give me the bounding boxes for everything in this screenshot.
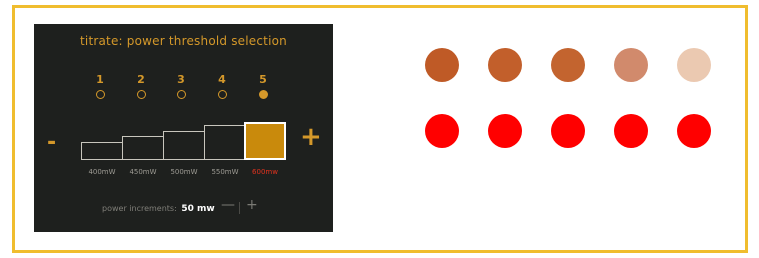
power-bar-label: 500mW (170, 168, 198, 176)
target-dot-2 (488, 114, 522, 148)
level-option-3[interactable]: 3 (171, 74, 191, 99)
level-option-5[interactable]: 5 (253, 74, 273, 99)
target-dot-1 (425, 114, 459, 148)
level-radio-icon[interactable] (95, 90, 105, 99)
level-number: 4 (218, 73, 226, 86)
power-bar-550[interactable] (204, 125, 246, 160)
power-increment-label: power increments: (102, 204, 177, 213)
level-option-4[interactable]: 4 (212, 74, 232, 99)
level-radio-icon[interactable] (136, 90, 146, 99)
titrate-panel: titrate: power threshold selection 1 2 3… (34, 24, 333, 232)
increment-divider (239, 202, 240, 214)
level-radio-icon[interactable] (176, 90, 186, 99)
power-bar-400[interactable] (81, 142, 123, 160)
tone-swatch-5 (677, 48, 711, 82)
level-radio-selected-icon[interactable] (258, 90, 268, 99)
power-bar-450[interactable] (122, 136, 164, 160)
panel-title: titrate: power threshold selection (80, 34, 287, 48)
increase-power-button[interactable]: + (300, 124, 322, 150)
power-bar-label: 450mW (129, 168, 157, 176)
power-increment-value: 50 mw (181, 204, 215, 214)
power-bar-label: 400mW (88, 168, 116, 176)
level-number: 3 (177, 73, 185, 86)
level-number: 1 (96, 73, 104, 86)
increment-decrease-button[interactable]: — (221, 198, 235, 212)
level-option-2[interactable]: 2 (131, 74, 151, 99)
tone-swatch-2 (488, 48, 522, 82)
target-dot-3 (551, 114, 585, 148)
power-increment-row: power increments: 50 mw (102, 204, 215, 214)
increment-increase-button[interactable]: + (246, 198, 258, 212)
power-bar-500[interactable] (163, 131, 205, 160)
power-bar-label: 550mW (211, 168, 239, 176)
level-radio-icon[interactable] (217, 90, 227, 99)
decrease-power-button[interactable]: - (47, 132, 56, 154)
target-dot-4 (614, 114, 648, 148)
target-dot-5 (677, 114, 711, 148)
power-bar-label-selected: 600mw (252, 168, 278, 176)
level-number: 5 (259, 73, 267, 86)
level-number: 2 (137, 73, 145, 86)
tone-swatch-3 (551, 48, 585, 82)
level-option-1[interactable]: 1 (90, 74, 110, 99)
tone-swatch-1 (425, 48, 459, 82)
power-bar-600-selected[interactable] (244, 122, 286, 160)
tone-swatch-4 (614, 48, 648, 82)
